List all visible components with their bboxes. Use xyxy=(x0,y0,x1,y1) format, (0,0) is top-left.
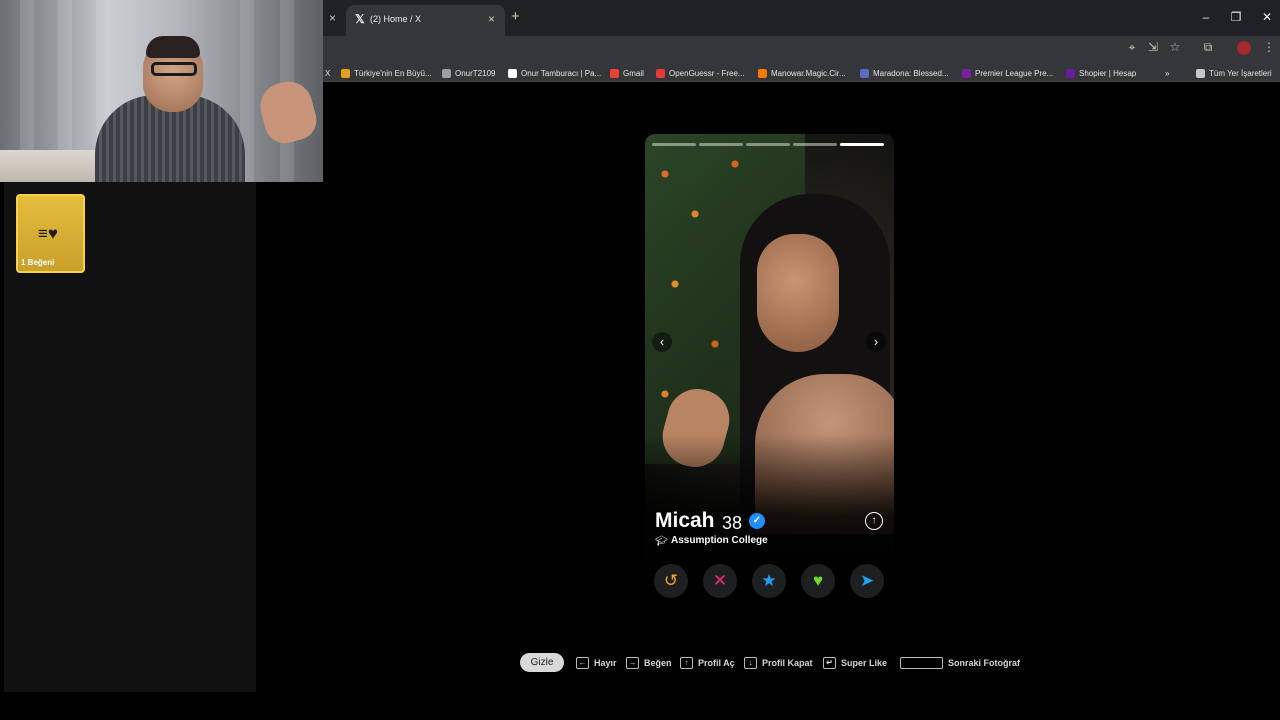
shortcut-open-profile: ↑ Profil Aç xyxy=(680,656,735,670)
prev-photo-button[interactable]: ‹ xyxy=(652,332,672,352)
graduation-cap-icon: 🎓︎ xyxy=(655,536,668,547)
bookmark-label: Türkiye'nin En Büyü... xyxy=(354,68,432,78)
profile-age: 38 xyxy=(722,513,743,533)
photo-progress-segment xyxy=(793,143,837,146)
photo-progress-segment-active xyxy=(840,143,884,146)
location-icon[interactable]: ⌖ xyxy=(1125,40,1139,55)
bookmark-label: » xyxy=(1165,68,1170,78)
restore-button[interactable]: ❐ xyxy=(1228,10,1244,24)
photo-progress-segment xyxy=(699,143,743,146)
tab-close-icon[interactable]: × xyxy=(488,12,495,26)
fast-heart-icon: ≡♥ xyxy=(38,224,59,243)
prev-tab-close-icon[interactable]: × xyxy=(329,11,336,25)
profile-avatar[interactable] xyxy=(1237,41,1251,55)
premier-league-icon xyxy=(962,68,971,78)
globe-icon xyxy=(442,68,451,78)
boost-button[interactable]: ➤ xyxy=(850,564,884,598)
bookmark-label: OnurT2109 xyxy=(455,68,496,78)
x-icon: ✕ xyxy=(712,571,728,590)
extensions-icon[interactable]: ⧉ xyxy=(1201,40,1215,55)
star-icon: ★ xyxy=(761,571,777,590)
bookmark-label: Manowar.Magic.Cir... xyxy=(771,68,846,78)
bookmark-label: Onur Tamburacı | Pa... xyxy=(521,68,602,78)
bookmark-label: X xyxy=(325,68,331,78)
eye-icon xyxy=(341,68,350,78)
likes-count-label: 1 Beğeni xyxy=(21,258,55,267)
shortcut-nope: ← Hayır xyxy=(576,656,617,670)
profile-school: Assumption College xyxy=(671,535,768,546)
hide-shortcuts-button[interactable]: Gizle xyxy=(520,653,564,672)
photo-progress-segment xyxy=(652,143,696,146)
bookmark-label: OpenGuessr - Free... xyxy=(669,68,745,78)
space-key-icon xyxy=(900,657,943,669)
heart-icon: ♥ xyxy=(812,571,824,590)
manowar-icon xyxy=(758,68,767,78)
gmail-icon xyxy=(610,68,619,78)
folder-icon xyxy=(1196,68,1205,78)
shortcut-like: → Beğen xyxy=(626,656,672,670)
openguessr-icon xyxy=(656,68,665,78)
bookmark-label: Shopier | Hesap xyxy=(1079,68,1137,78)
maradona-icon xyxy=(860,68,869,78)
shopier-icon xyxy=(1066,68,1075,78)
install-app-icon[interactable]: ⇲ xyxy=(1146,40,1160,54)
bookmark-item[interactable]: Maradona: Blessed... xyxy=(860,67,949,79)
shortcut-close-profile: ↓ Profil Kapat xyxy=(744,656,813,670)
profile-card[interactable]: ‹ › Micah 38 ✓ ↑ 🎓︎ Assumption College xyxy=(645,134,894,580)
super-like-button[interactable]: ★ xyxy=(752,564,786,598)
bookmark-label: Gmail xyxy=(623,68,644,78)
bookmark-item[interactable]: Onur Tamburacı | Pa... xyxy=(508,67,601,79)
nope-button[interactable]: ✕ xyxy=(703,564,737,598)
enter-key-icon: ↵ xyxy=(823,657,836,669)
bookmark-label: Tüm Yer İşaretleri xyxy=(1209,68,1272,78)
send-icon: ➤ xyxy=(859,571,875,590)
bookmark-label: Maradona: Blessed... xyxy=(873,68,949,78)
bookmark-item[interactable]: Shopier | Hesap xyxy=(1066,67,1136,79)
shortcut-next-photo: Sonraki Fotoğraf xyxy=(900,656,1020,670)
bookmark-item[interactable]: OnurT2109 xyxy=(442,67,495,79)
bookmark-item[interactable]: Gmail xyxy=(610,67,644,79)
up-arrow-key-icon: ↑ xyxy=(680,657,693,669)
tab-title: (2) Home / X xyxy=(370,14,422,24)
like-button[interactable]: ♥ xyxy=(801,564,835,598)
next-photo-button[interactable]: › xyxy=(866,332,886,352)
profile-name: Micah xyxy=(655,509,715,532)
bookmark-label: Premier League Pre... xyxy=(975,68,1054,78)
verified-badge-icon: ✓ xyxy=(749,513,765,529)
photo-progress-segment xyxy=(746,143,790,146)
tab-active[interactable]: 𝕏 (2) Home / X × xyxy=(346,5,505,36)
new-tab-button[interactable]: + xyxy=(511,8,520,25)
close-window-button[interactable]: ✕ xyxy=(1259,10,1275,24)
bookmark-star-icon[interactable]: ☆ xyxy=(1168,40,1182,54)
x-logo-icon: 𝕏 xyxy=(355,12,365,26)
down-arrow-key-icon: ↓ xyxy=(744,657,757,669)
bookmark-item[interactable]: Türkiye'nin En Büyü... xyxy=(341,67,432,79)
likes-card[interactable]: ≡♥ 1 Beğeni xyxy=(16,194,85,273)
bookmark-item[interactable]: OpenGuessr - Free... xyxy=(656,67,745,79)
bookmark-item[interactable]: Tüm Yer İşaretleri xyxy=(1196,67,1272,79)
rewind-icon: ↺ xyxy=(663,571,679,590)
bookmark-item[interactable]: » xyxy=(1165,67,1169,79)
menu-icon[interactable]: ⋮ xyxy=(1262,40,1276,54)
rewind-button[interactable]: ↺ xyxy=(654,564,688,598)
webcam-overlay xyxy=(0,0,323,182)
left-arrow-key-icon: ← xyxy=(576,657,589,669)
bookmark-item[interactable]: Manowar.Magic.Cir... xyxy=(758,67,846,79)
bookmark-item[interactable]: Premier League Pre... xyxy=(962,67,1053,79)
expand-profile-button[interactable]: ↑ xyxy=(865,512,883,530)
bookmark-item[interactable]: X xyxy=(325,67,330,79)
minimize-button[interactable]: – xyxy=(1198,10,1214,24)
shortcut-super-like: ↵ Super Like xyxy=(823,656,887,670)
right-arrow-key-icon: → xyxy=(626,657,639,669)
patreon-icon xyxy=(508,68,517,78)
